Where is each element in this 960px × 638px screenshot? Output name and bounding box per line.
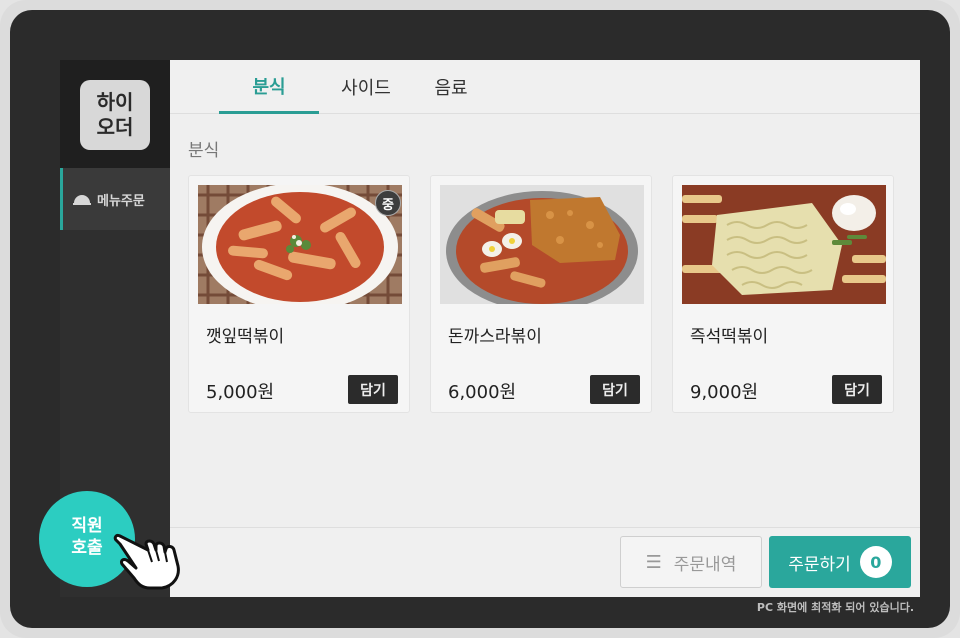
tab-side[interactable]: 사이드	[330, 60, 402, 114]
menu-item-name: 돈까스라볶이	[448, 327, 542, 347]
food-photo-tonkatsu-rabokki	[440, 185, 644, 304]
list-icon: ☰	[645, 551, 662, 573]
menu-card[interactable]: 돈까스라볶이 6,000원 담기	[430, 175, 652, 413]
pointing-hand-icon	[113, 534, 180, 590]
food-photo-perilla-tteokbokki: 중	[198, 185, 402, 304]
food-photo-instant-tteokbokki	[682, 185, 886, 304]
add-to-cart-button[interactable]: 담기	[348, 375, 398, 404]
menu-item-price: 9,000원	[690, 382, 759, 403]
menu-item-name: 즉석떡볶이	[690, 327, 769, 347]
tab-snacks[interactable]: 분식	[219, 60, 319, 114]
add-to-cart-button[interactable]: 담기	[590, 375, 640, 404]
place-order-button[interactable]: 주문하기 0	[769, 536, 911, 588]
logo: 하이 오더	[80, 80, 150, 150]
logo-area: 하이 오더	[60, 60, 170, 168]
size-badge: 중	[375, 190, 401, 216]
cart-count-badge: 0	[859, 546, 892, 578]
order-history-label: 주문내역	[673, 554, 737, 575]
logo-line-2: 오더	[96, 115, 134, 139]
menu-card[interactable]: 즉석떡볶이 9,000원 담기	[672, 175, 894, 413]
sidebar-item-label: 메뉴주문	[97, 193, 145, 209]
section-title: 분식	[188, 141, 220, 161]
menu-item-name: 깻잎떡볶이	[206, 327, 285, 347]
kiosk-screen: 하이 오더 메뉴주문 분식 사이드 음료 분식 중 깻잎떡볶이 5,000원 담…	[60, 60, 920, 597]
tab-drinks[interactable]: 음료	[420, 60, 482, 114]
add-to-cart-button[interactable]: 담기	[832, 375, 882, 404]
menu-item-price: 5,000원	[206, 382, 275, 403]
optimized-note: PC 화면에 최적화 되어 있습니다.	[756, 601, 914, 614]
sidebar-item-menu-order[interactable]: 메뉴주문	[60, 168, 170, 230]
cloche-icon	[73, 194, 91, 205]
order-history-button[interactable]: ☰ 주문내역	[620, 536, 762, 588]
menu-item-price: 6,000원	[448, 382, 517, 403]
place-order-label: 주문하기	[788, 554, 851, 575]
menu-card[interactable]: 중 깻잎떡볶이 5,000원 담기	[188, 175, 410, 413]
category-tabs: 분식 사이드 음료	[170, 60, 920, 114]
logo-line-1: 하이	[96, 90, 134, 114]
